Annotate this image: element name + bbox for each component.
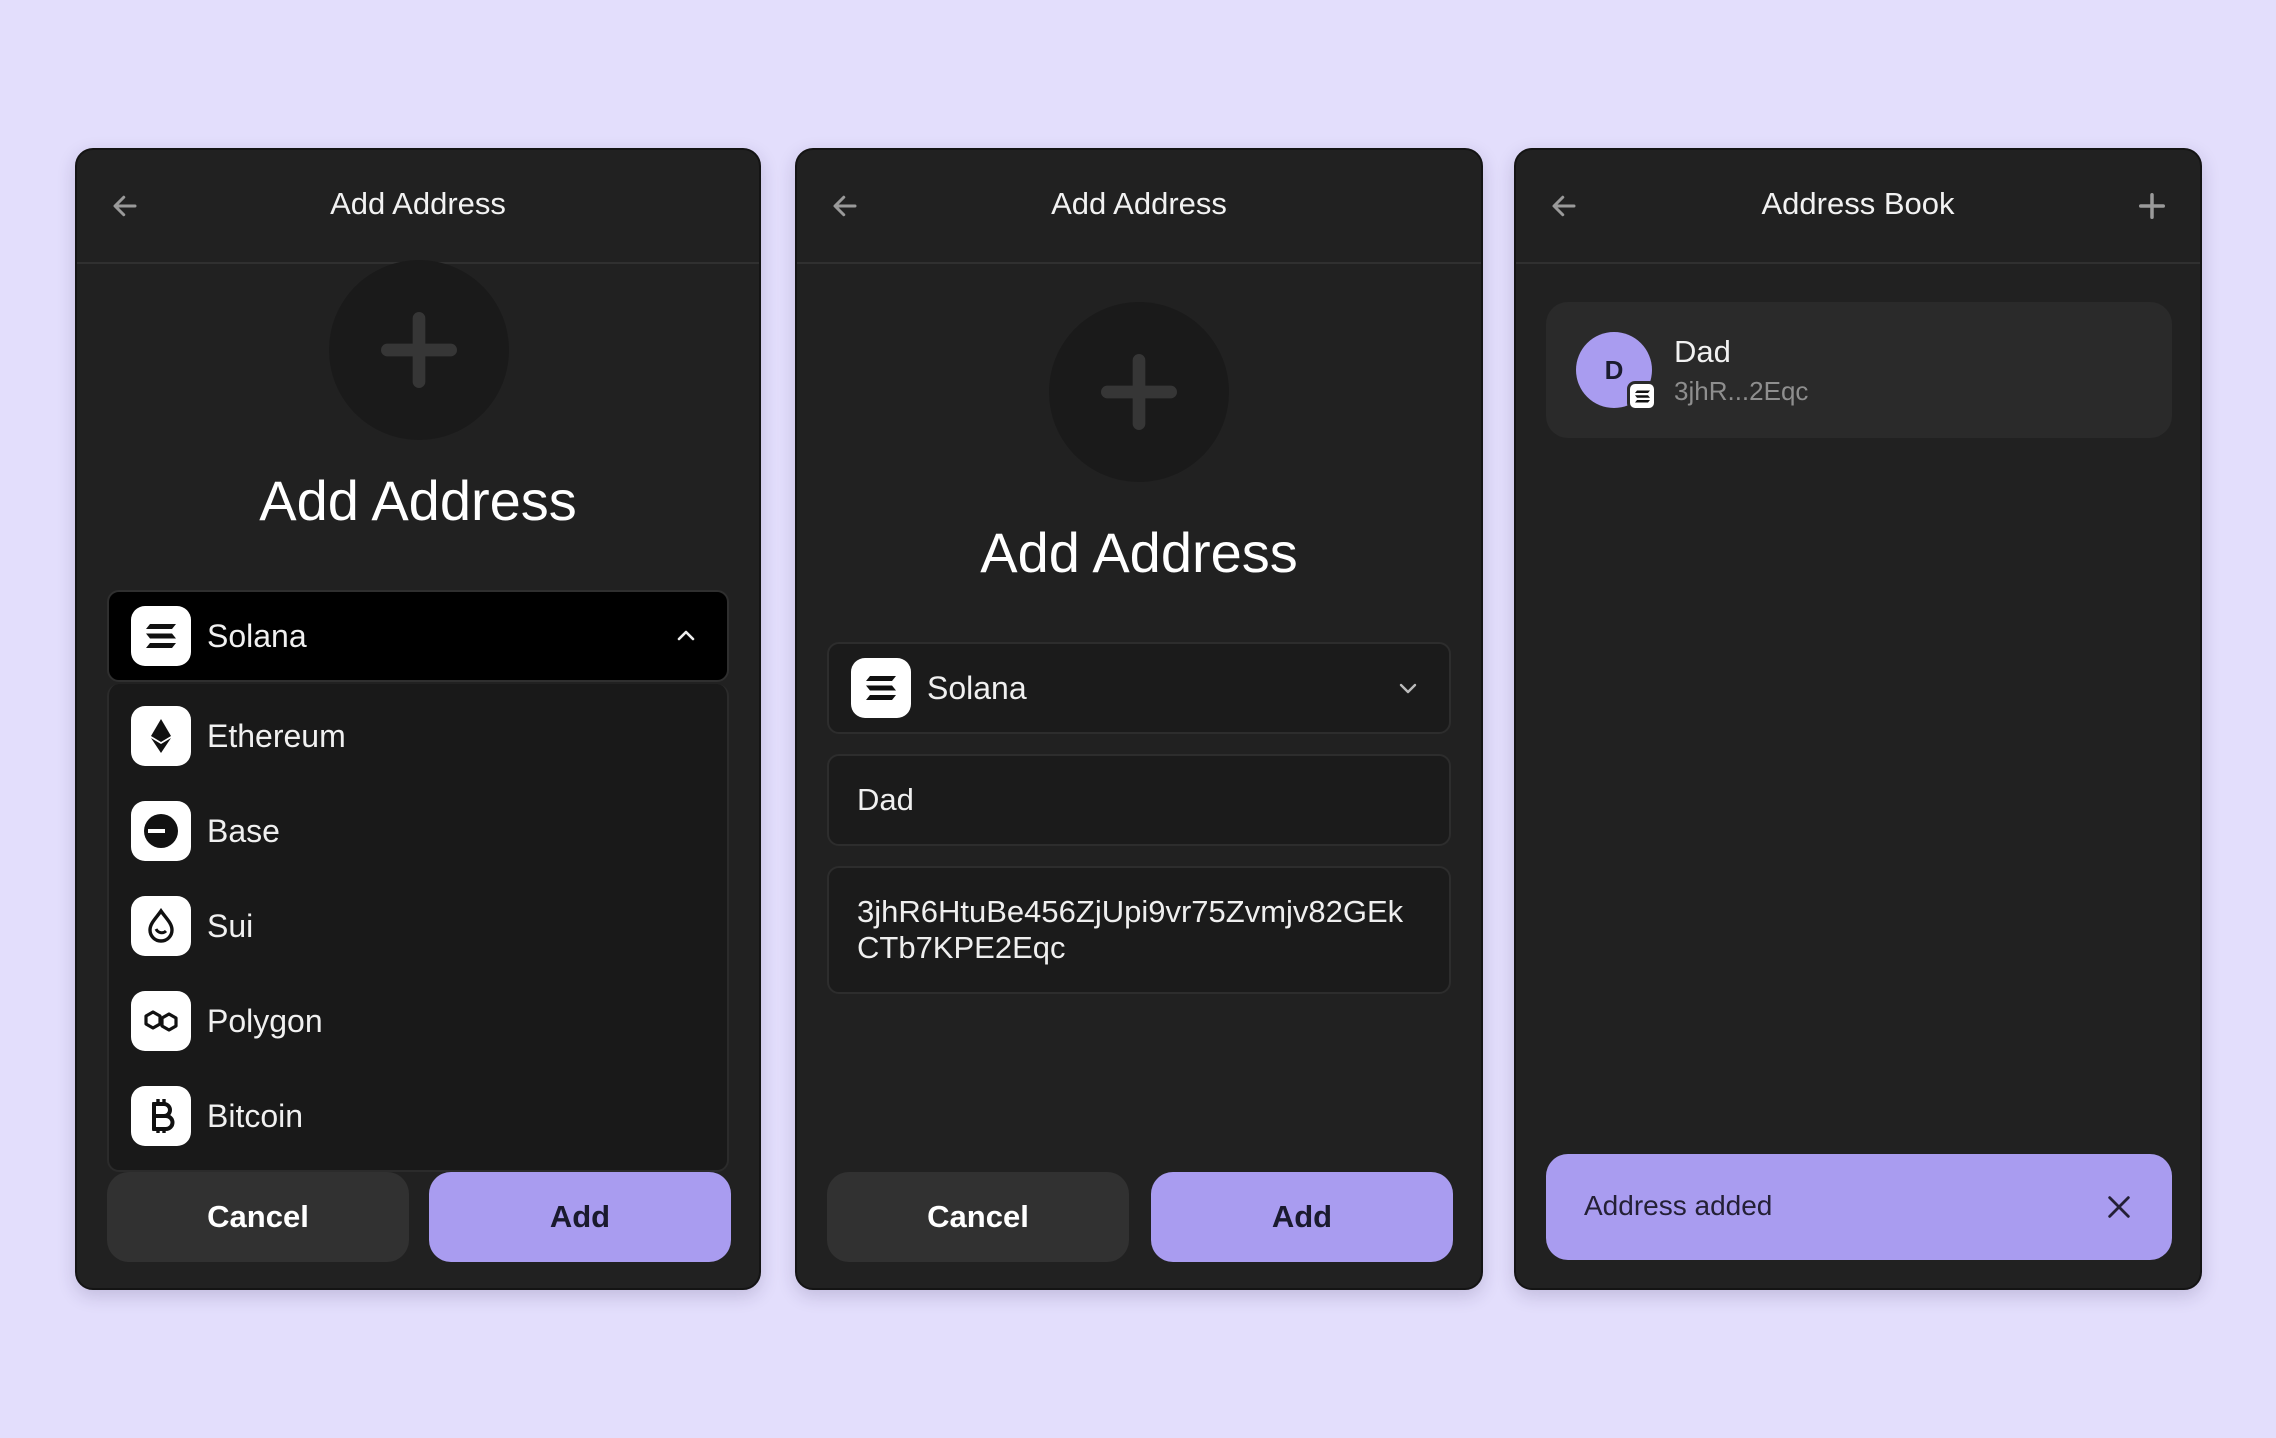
panel-header: Address Book	[1516, 150, 2200, 264]
header-title: Address Book	[1761, 186, 1955, 221]
contact-list-item[interactable]: D Dad 3jhR...2Eqc	[1546, 302, 2172, 438]
header-title: Add Address	[1051, 186, 1227, 221]
toast-notification: Address added	[1546, 1154, 2172, 1260]
dropdown-item-label: Base	[207, 812, 280, 849]
header-title: Add Address	[330, 186, 506, 221]
address-book-panel: Address Book D Dad 3jhR...2Eqc Address a…	[1514, 148, 2202, 1290]
selected-chain-label: Solana	[927, 669, 1027, 706]
chain-select[interactable]: Solana	[827, 642, 1451, 734]
solana-icon	[131, 606, 191, 666]
close-icon[interactable]	[2102, 1190, 2136, 1224]
add-button[interactable]: Add	[1151, 1172, 1453, 1262]
cancel-button[interactable]: Cancel	[107, 1172, 409, 1262]
chevron-up-icon	[673, 623, 699, 649]
solana-icon	[851, 658, 911, 718]
dropdown-item-polygon[interactable]: Polygon	[109, 981, 727, 1061]
polygon-icon	[131, 991, 191, 1051]
dropdown-item-base[interactable]: Base	[109, 791, 727, 871]
name-input[interactable]: Dad	[827, 754, 1451, 846]
page-title: Add Address	[980, 521, 1298, 584]
chain-dropdown-list: Ethereum Base Sui Polygon Bitcoin	[107, 684, 729, 1172]
dropdown-item-bitcoin[interactable]: Bitcoin	[109, 1076, 727, 1156]
add-address-panel-dropdown-open: Add Address Add Address Solana Ethereum …	[75, 148, 761, 1290]
cancel-button[interactable]: Cancel	[827, 1172, 1129, 1262]
plus-icon	[2139, 193, 2165, 219]
bitcoin-icon	[131, 1086, 191, 1146]
dropdown-item-label: Bitcoin	[207, 1097, 304, 1134]
dropdown-item-label: Sui	[207, 907, 254, 944]
dropdown-item-ethereum[interactable]: Ethereum	[109, 696, 727, 776]
dropdown-item-sui[interactable]: Sui	[109, 886, 727, 966]
chain-select[interactable]: Solana	[107, 590, 729, 682]
plus-icon	[1101, 354, 1177, 430]
page-title: Add Address	[259, 469, 577, 532]
dropdown-item-label: Polygon	[207, 1002, 323, 1039]
toast-message: Address added	[1584, 1190, 1773, 1221]
solana-icon	[1627, 381, 1657, 411]
add-button[interactable]: Add	[429, 1172, 731, 1262]
add-avatar-button[interactable]	[1049, 302, 1229, 482]
ethereum-icon	[131, 706, 191, 766]
address-input[interactable]: 3jhR6HtuBe456ZjUpi9vr75Zvmjv82GEkCTb7KPE…	[827, 866, 1451, 994]
chevron-down-icon	[1395, 675, 1421, 701]
add-address-panel-filled: Add Address Add Address Solana Dad 3jhR6…	[795, 148, 1483, 1290]
panel-header: Add Address	[797, 150, 1481, 264]
add-contact-button[interactable]	[2132, 186, 2172, 226]
base-icon	[131, 801, 191, 861]
contact-address: 3jhR...2Eqc	[1674, 376, 1809, 406]
add-avatar-button[interactable]	[329, 260, 509, 440]
selected-chain-label: Solana	[207, 617, 307, 654]
contact-name: Dad	[1674, 334, 1731, 369]
plus-icon	[381, 312, 457, 388]
panel-header: Add Address	[77, 150, 759, 264]
dropdown-item-label: Ethereum	[207, 717, 346, 754]
sui-icon	[131, 896, 191, 956]
